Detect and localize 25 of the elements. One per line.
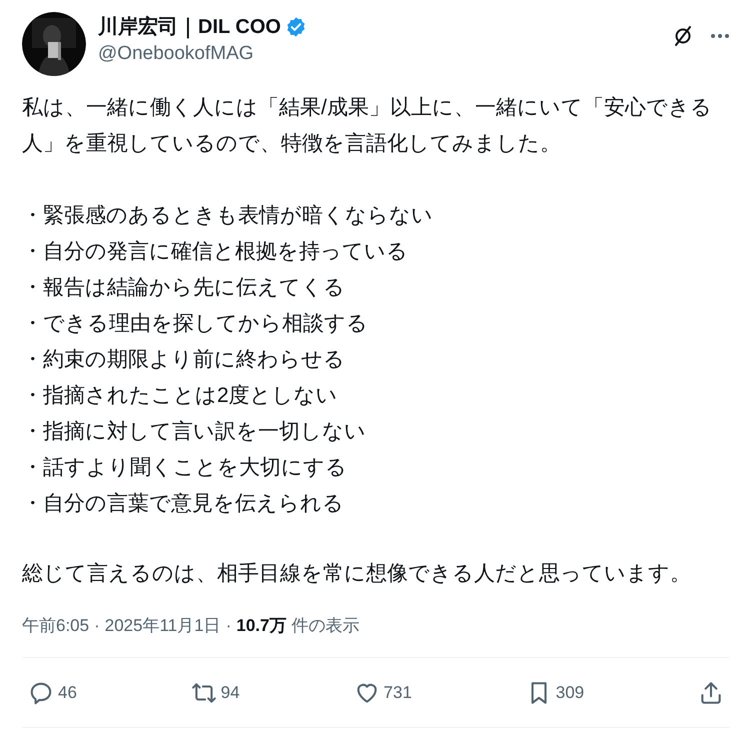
like-button[interactable]: 731	[354, 680, 412, 706]
post-paragraph: 総じて言えるのは、相手目線を常に想像できる人だと思っています。	[22, 561, 692, 587]
bullet-item: ・できる理由を探してから相談する	[22, 311, 369, 337]
reply-button[interactable]: 46	[28, 680, 77, 706]
separator-dot: ·	[226, 615, 232, 637]
post-paragraph: 私は、一緒に働く人には「結果/成果」以上に、一緒にいて「安心できる人」を重視しているので、特徴を言語化してみました。	[22, 95, 713, 157]
bullet-item: ・指摘に対して言い訳を一切しない	[22, 419, 367, 445]
bullet-item: ・自分の発言に確信と根拠を持っている	[22, 239, 409, 265]
author-name[interactable]: 川岸宏司｜DIL COO	[98, 13, 281, 41]
bullet-item: ・自分の言葉で意見を伝えられる	[22, 491, 345, 517]
slashed-circle-icon[interactable]	[672, 24, 694, 48]
bullet-item: ・報告は結論から先に伝えてくる	[22, 275, 346, 301]
view-count: 10.7万	[236, 615, 286, 637]
author-handle[interactable]: @OnebookofMAG	[98, 41, 307, 67]
views-label: 件の表示	[291, 615, 360, 637]
repost-button[interactable]: 94	[190, 680, 240, 706]
more-icon[interactable]	[710, 33, 730, 39]
post-time[interactable]: 午前6:05	[22, 614, 90, 638]
bullet-item: ・緊張感のあるときも表情が暗くならない	[22, 203, 434, 229]
bullet-item: ・話すより聞くことを大切にする	[22, 455, 348, 481]
bullet-item: ・約束の期限より前に終わらせる	[22, 347, 346, 373]
post-date[interactable]: 2025年11月1日	[104, 614, 221, 638]
separator-dot: ·	[94, 615, 100, 637]
bookmark-button[interactable]: 309	[526, 680, 584, 706]
bullet-item: ・指摘されたことは2度としない	[22, 383, 339, 409]
